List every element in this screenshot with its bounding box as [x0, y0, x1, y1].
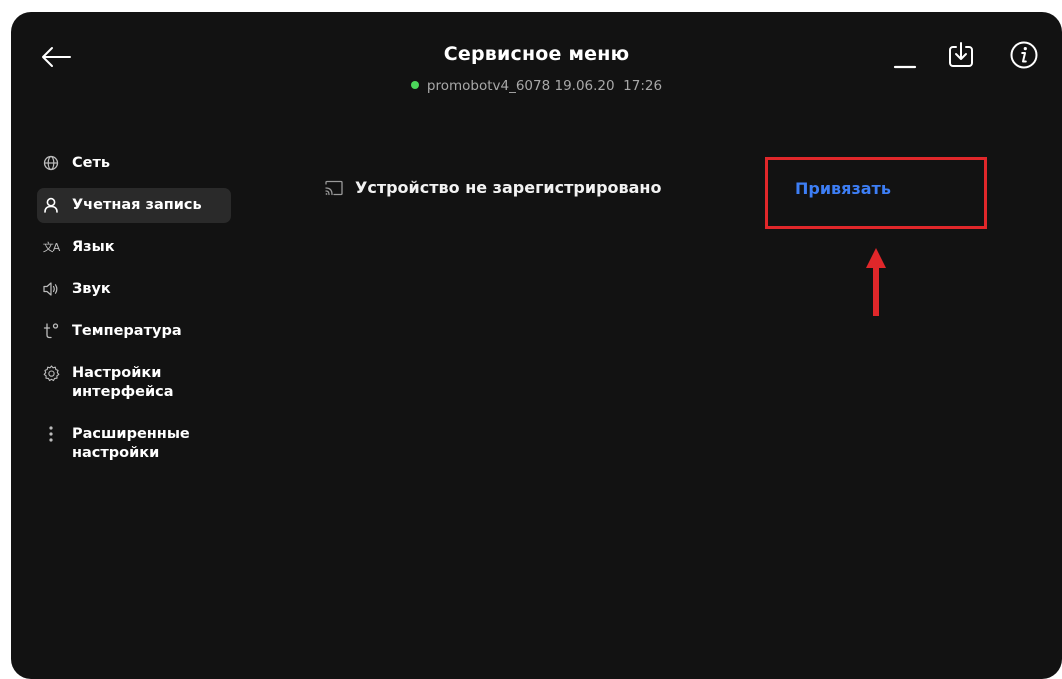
- download-icon: [949, 42, 973, 67]
- arrow-up-icon: [866, 248, 886, 316]
- info-icon: [1010, 41, 1038, 69]
- minimize-icon: [893, 65, 917, 69]
- sidebar-item-temperature[interactable]: Температура: [37, 314, 231, 349]
- minimize-button[interactable]: [891, 42, 921, 72]
- sidebar-item-account[interactable]: Учетная запись: [37, 188, 231, 223]
- sidebar-item-label: Настройки интерфейса: [72, 365, 174, 400]
- globe-icon: [41, 154, 61, 172]
- info-button[interactable]: [1008, 39, 1040, 71]
- sidebar-item-sound[interactable]: Звук: [37, 272, 231, 307]
- robot-status-text: promobotv4_6078 19.06.20 17:26: [426, 78, 663, 94]
- gear-icon: [41, 364, 61, 382]
- sidebar-item-label: Сеть: [72, 155, 111, 171]
- speaker-icon: [41, 280, 61, 298]
- user-icon: [41, 196, 61, 214]
- device-registration-row: Устройство не зарегистрировано: [325, 178, 661, 197]
- sidebar-item-advanced-settings[interactable]: Расширенные настройки: [37, 417, 231, 471]
- sidebar-item-interface-settings[interactable]: Настройки интерфейса: [37, 356, 231, 410]
- device-status-text: Устройство не зарегистрировано: [355, 178, 662, 197]
- settings-sidebar: Сеть Учетная запись 文A Язык Звук Темпера…: [37, 146, 231, 478]
- highlight-annotation-box: [765, 157, 987, 229]
- more-vertical-icon: [41, 425, 61, 443]
- sidebar-item-label: Расширенные настройки: [72, 426, 190, 461]
- download-button[interactable]: [945, 39, 977, 71]
- translate-icon: 文A: [42, 241, 61, 254]
- temperature-icon: [41, 322, 61, 340]
- sidebar-item-network[interactable]: Сеть: [37, 146, 231, 181]
- sidebar-item-language[interactable]: 文A Язык: [37, 230, 231, 265]
- online-status-dot: [410, 81, 419, 89]
- sidebar-item-label: Температура: [72, 323, 182, 339]
- sidebar-item-label: Учетная запись: [72, 197, 202, 213]
- robot-status: promobotv4_6078 19.06.20 17:26: [11, 78, 1062, 94]
- cast-icon: [325, 180, 343, 195]
- sidebar-item-label: Язык: [72, 239, 115, 255]
- service-menu-screen: Сервисное меню promobotv4_6078 19.06.20 …: [11, 12, 1062, 679]
- sidebar-item-label: Звук: [72, 281, 111, 297]
